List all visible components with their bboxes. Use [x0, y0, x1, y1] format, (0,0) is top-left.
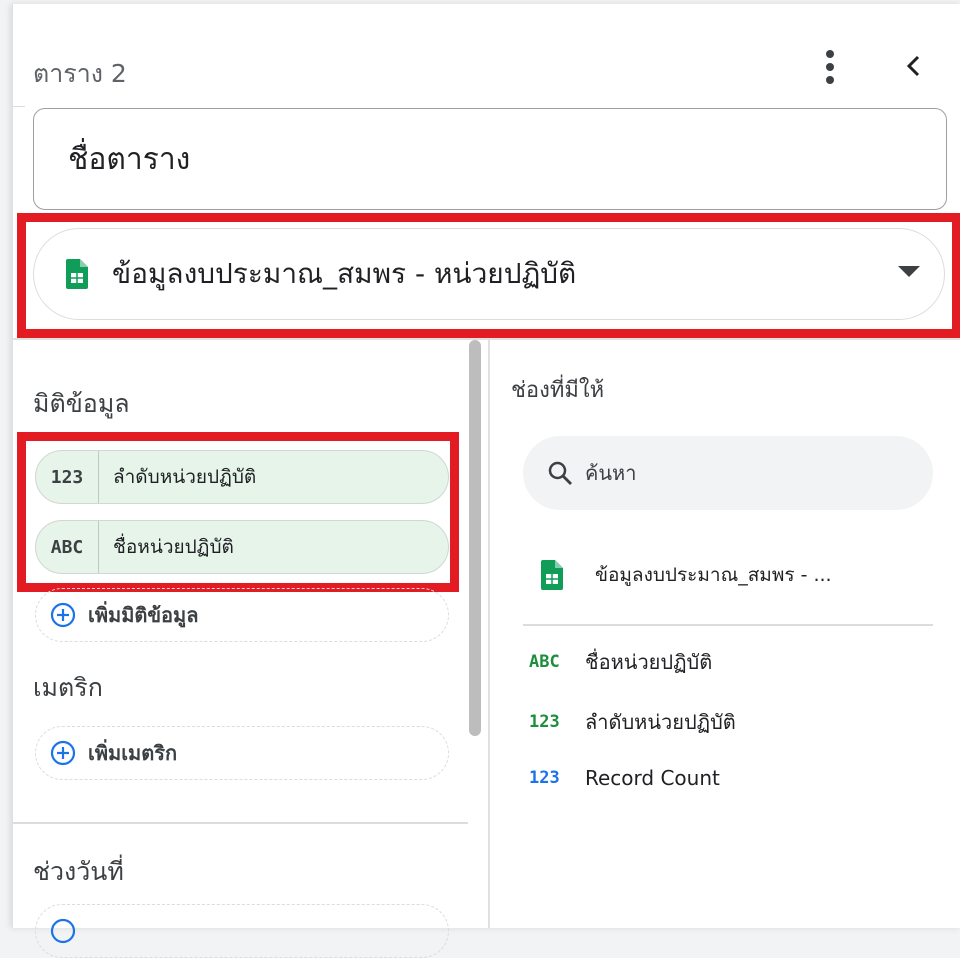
scrollbar[interactable]	[469, 340, 481, 736]
date-range-label: ช่วงวันที่	[33, 857, 124, 886]
more-options-button[interactable]	[815, 42, 845, 92]
dimension-chip-label: ชื่อหน่วยปฏิบัติ	[113, 536, 234, 558]
add-circle-icon	[50, 740, 76, 766]
number-type-icon: 123	[36, 451, 99, 503]
data-source-select[interactable]: ข้อมูลงบประมาณ_สมพร - หน่วยปฏิบัติ	[33, 228, 945, 320]
add-circle-icon	[50, 602, 76, 628]
text-type-icon: ABC	[529, 652, 560, 672]
dimension-chip[interactable]: ABC ชื่อหน่วยปฏิบัติ	[35, 520, 449, 574]
collapse-panel-button[interactable]	[895, 48, 931, 84]
field-item-label: ลำดับหน่วยปฏิบัติ	[585, 710, 736, 734]
add-dimension-label: เพิ่มมิติข้อมูล	[88, 603, 199, 627]
field-item[interactable]: 123 ลำดับหน่วยปฏิบัติ	[529, 706, 736, 738]
fields-divider	[523, 624, 933, 626]
data-source-name: ข้อมูลงบประมาณ_สมพร - หน่วยปฏิบัติ	[112, 257, 577, 290]
field-item[interactable]: ABC ชื่อหน่วยปฏิบัติ	[529, 646, 712, 678]
more-vert-icon	[826, 50, 834, 84]
add-circle-icon	[50, 918, 76, 944]
panel-edge-rule	[13, 106, 25, 107]
metrics-label: เมตริก	[33, 673, 103, 702]
table-name-field[interactable]: ชื่อตาราง	[33, 108, 947, 210]
available-fields-title: ช่องที่มีให้	[511, 378, 605, 403]
panel-title: ตาราง 2	[33, 59, 127, 88]
field-item-label: ชื่อหน่วยปฏิบัติ	[585, 650, 713, 674]
number-type-icon: 123	[529, 768, 560, 788]
field-item[interactable]: 123 Record Count	[529, 766, 720, 790]
section-divider	[13, 338, 960, 340]
chevron-left-icon	[906, 55, 920, 77]
number-type-icon: 123	[529, 712, 560, 732]
dropdown-arrow-icon	[898, 266, 920, 277]
field-search[interactable]	[523, 436, 933, 510]
properties-panel: ตาราง 2 ชื่อตาราง ข้อมูลงบประมาณ_สมพร - …	[12, 4, 960, 958]
add-date-range-button[interactable]	[35, 904, 449, 958]
left-section-divider	[13, 822, 468, 824]
text-type-icon: ABC	[36, 521, 99, 573]
search-input[interactable]	[583, 460, 887, 486]
add-dimension-button[interactable]: เพิ่มมิติข้อมูล	[35, 588, 449, 642]
field-item-label: Record Count	[585, 766, 720, 790]
google-sheets-icon	[541, 560, 563, 590]
field-source-name: ข้อมูลงบประมาณ_สมพร - ...	[595, 564, 832, 586]
add-metric-label: เพิ่มเมตริก	[88, 741, 178, 765]
dimension-chip[interactable]: 123 ลำดับหน่วยปฏิบัติ	[35, 450, 449, 504]
search-icon	[548, 461, 572, 485]
google-sheets-icon	[66, 259, 88, 289]
add-metric-button[interactable]: เพิ่มเมตริก	[35, 726, 449, 780]
dimensions-label: มิติข้อมูล	[33, 389, 130, 418]
dimension-chip-label: ลำดับหน่วยปฏิบัติ	[113, 466, 257, 488]
field-source-row[interactable]: ข้อมูลงบประมาณ_สมพร - ...	[541, 560, 832, 590]
column-divider	[488, 340, 490, 928]
